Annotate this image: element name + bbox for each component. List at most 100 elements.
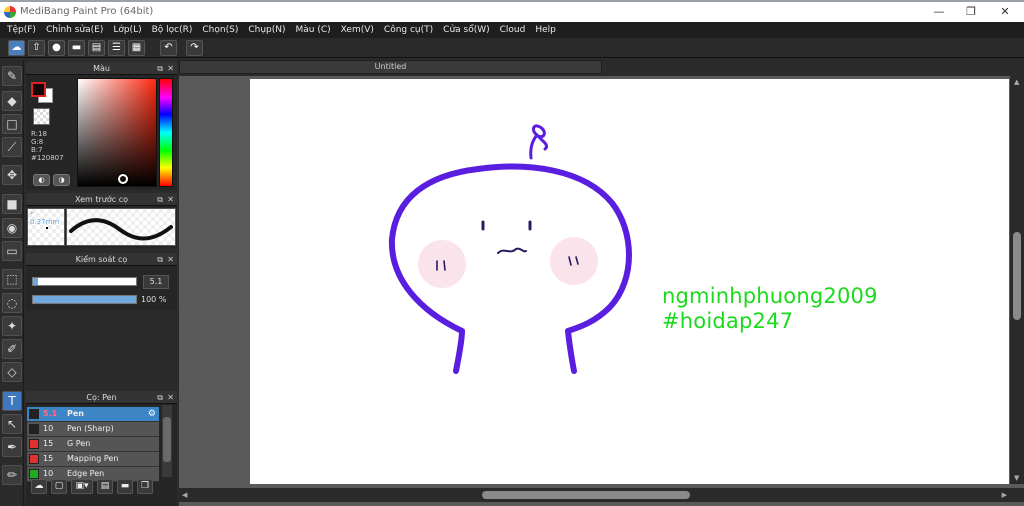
undo-icon[interactable]: ↶: [160, 40, 177, 56]
saturation-value-picker[interactable]: [77, 78, 157, 187]
vertical-scroll-thumb[interactable]: [1013, 232, 1021, 320]
text-tool-icon[interactable]: T: [2, 391, 22, 411]
undock-icon[interactable]: ⧉: [157, 193, 163, 206]
undock-icon[interactable]: ⧉: [157, 391, 163, 404]
shape-tool-icon[interactable]: □: [2, 114, 22, 134]
menu-tools[interactable]: Công cụ(T): [379, 25, 438, 35]
menu-file[interactable]: Tệp(F): [2, 25, 41, 35]
scroll-down-icon[interactable]: ▼: [1014, 474, 1019, 482]
minimize-button[interactable]: —: [922, 3, 956, 21]
grid-icon[interactable]: ▦: [128, 40, 145, 56]
menu-edit[interactable]: Chỉnh sửa(E): [41, 25, 108, 35]
upload-icon[interactable]: ⇧: [28, 40, 45, 56]
canvas-area: Untitled ngminhphuong2009 #hoidap247 ▲ ▼…: [179, 60, 1024, 506]
color-history-icon[interactable]: ◑: [53, 174, 70, 186]
brush-row[interactable]: 5.1 Pen ⚙: [27, 407, 159, 422]
horizontal-scroll-thumb[interactable]: [482, 491, 690, 499]
comment-icon[interactable]: ●: [48, 40, 65, 56]
color-cursor[interactable]: [118, 174, 128, 184]
brush-preview-header: Xem trước cọ ⧉ ✕: [26, 193, 177, 206]
brush-row[interactable]: 10 Pen (Sharp): [27, 422, 159, 437]
select-eraser-tool-icon[interactable]: ◇: [2, 362, 22, 382]
title-bar: MediBang Paint Pro (64bit) — ❐ ✕: [0, 0, 1024, 22]
new-brush-icon[interactable]: ▢: [51, 479, 67, 494]
brush-size-slider[interactable]: [32, 277, 137, 286]
stroke-preview-svg: [69, 218, 173, 241]
duplicate-brush-icon[interactable]: ❐: [137, 479, 153, 494]
brush-settings-icon[interactable]: ▤: [97, 479, 113, 494]
lasso-tool-icon[interactable]: ◌: [2, 293, 22, 313]
brush-folder-icon[interactable]: ▬: [117, 479, 133, 494]
bucket-tool-icon[interactable]: ◉: [2, 218, 22, 238]
drawing-svg: [388, 124, 632, 374]
menu-window[interactable]: Cửa sổ(W): [438, 25, 494, 35]
brush-size: 5.1: [43, 409, 58, 418]
dropper-tool-icon[interactable]: ✒: [2, 437, 22, 457]
drawing-canvas[interactable]: ngminhphuong2009 #hoidap247: [250, 79, 1009, 484]
brush-stroke-preview: [66, 208, 176, 246]
page-icon[interactable]: ▤: [88, 40, 105, 56]
gradient-tool-icon[interactable]: ▭: [2, 241, 22, 261]
scroll-up-icon[interactable]: ▲: [1014, 78, 1019, 86]
brush-name: Pen: [67, 409, 84, 418]
brush-list-header: Cọ: Pen ⧉ ✕: [26, 391, 177, 404]
undock-icon[interactable]: ⧉: [157, 253, 163, 266]
hue-slider[interactable]: [159, 78, 173, 187]
close-button[interactable]: ✕: [988, 3, 1022, 21]
brush-opacity-value: 100 %: [141, 295, 167, 304]
brush-list-actions: ☁ ▢ ▣▾ ▤ ▬ ❐: [27, 479, 175, 495]
brush-list-scroll-thumb[interactable]: [163, 417, 171, 462]
cloud-icon[interactable]: ☁: [8, 40, 25, 56]
menu-snap[interactable]: Chụp(N): [243, 25, 290, 35]
rect-select-tool-icon[interactable]: ⬚: [2, 269, 22, 289]
brush-row[interactable]: 15 Mapping Pen: [27, 452, 159, 467]
menu-help[interactable]: Help: [530, 25, 561, 35]
eyedropper-tool-icon[interactable]: ✏: [2, 465, 22, 485]
transparent-color-swatch[interactable]: [33, 108, 50, 125]
add-brush-menu-icon[interactable]: ▣▾: [71, 479, 93, 494]
brush-opacity-slider[interactable]: [32, 295, 137, 304]
list-icon[interactable]: ☰: [108, 40, 125, 56]
brush-control-header: Kiểm soát cọ ⧉ ✕: [26, 253, 177, 266]
brush-size-fill: [33, 278, 39, 285]
close-panel-icon[interactable]: ✕: [167, 62, 174, 75]
brush-list-scrollbar[interactable]: [162, 405, 172, 477]
line-tool-icon[interactable]: ⟋: [2, 137, 22, 157]
brush-gear-icon[interactable]: ⚙: [148, 407, 156, 421]
sprout-stem: [529, 133, 539, 160]
horizontal-scrollbar[interactable]: ◀ ▶: [179, 488, 1024, 502]
brush-size: 10: [43, 424, 54, 433]
menu-color[interactable]: Màu (C): [291, 25, 336, 35]
menu-layer[interactable]: Lớp(L): [108, 25, 146, 35]
brush-row[interactable]: 15 G Pen: [27, 437, 159, 452]
document-tab[interactable]: Untitled: [179, 60, 602, 74]
redo-icon[interactable]: ↷: [186, 40, 203, 56]
close-panel-icon[interactable]: ✕: [167, 253, 174, 266]
brush-size: 15: [43, 439, 54, 448]
brush-size-value[interactable]: 5.1: [143, 275, 169, 289]
color-palette-icon[interactable]: ◐: [33, 174, 50, 186]
close-panel-icon[interactable]: ✕: [167, 391, 174, 404]
fill-rect-tool-icon[interactable]: ■: [2, 194, 22, 214]
menu-view[interactable]: Xem(V): [336, 25, 379, 35]
move-tool-icon[interactable]: ✥: [2, 165, 22, 185]
menu-cloud[interactable]: Cloud: [495, 25, 531, 35]
chat-icon[interactable]: ▬: [68, 40, 85, 56]
mouth: [497, 247, 527, 254]
operation-tool-icon[interactable]: ↖: [2, 414, 22, 434]
select-pen-tool-icon[interactable]: ✐: [2, 339, 22, 359]
undock-icon[interactable]: ⧉: [157, 62, 163, 75]
maximize-button[interactable]: ❐: [954, 3, 988, 21]
brush-tool-icon[interactable]: ✎: [2, 66, 22, 86]
magic-wand-tool-icon[interactable]: ✦: [2, 316, 22, 336]
scroll-right-icon[interactable]: ▶: [1002, 491, 1007, 499]
menu-filter[interactable]: Bộ lọc(R): [147, 25, 198, 35]
scroll-left-icon[interactable]: ◀: [182, 491, 187, 499]
brush-list-title: Cọ: Pen: [86, 393, 117, 402]
cloud-brush-icon[interactable]: ☁: [31, 479, 47, 494]
close-panel-icon[interactable]: ✕: [167, 193, 174, 206]
vertical-scrollbar[interactable]: ▲ ▼: [1010, 76, 1024, 484]
eraser-tool-icon[interactable]: ◆: [2, 91, 22, 111]
foreground-color-swatch[interactable]: [31, 82, 46, 97]
menu-select[interactable]: Chọn(S): [197, 25, 243, 35]
